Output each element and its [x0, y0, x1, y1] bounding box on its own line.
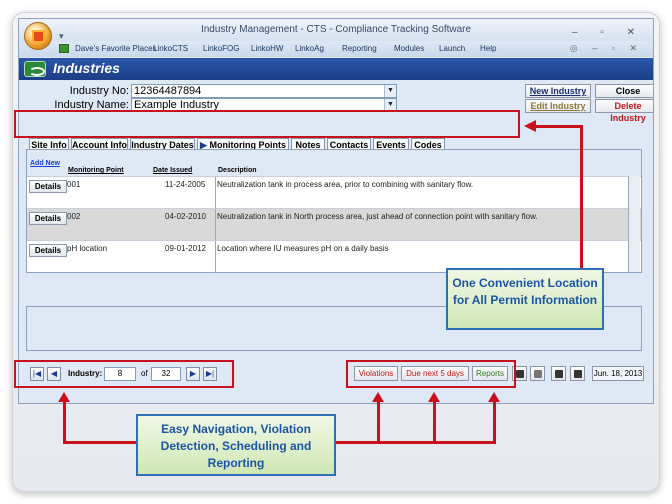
details-button[interactable]: Details — [29, 212, 67, 225]
row-description: Neutralization tank in process area, pri… — [217, 180, 474, 189]
arrow-up-icon — [58, 392, 70, 402]
connector-line — [580, 125, 583, 270]
col-monitoring-point: Monitoring Point — [68, 167, 124, 174]
menu-linkofog[interactable]: LinkoFOG — [203, 44, 239, 53]
connector-line — [493, 402, 496, 444]
industry-no-combo[interactable]: 12364487894 ▼ — [131, 84, 397, 98]
navigation-callout: Easy Navigation, Violation Detection, Sc… — [136, 414, 336, 476]
table-row: Details 001 11-24-2005 Neutralization ta… — [27, 176, 641, 209]
column-divider — [215, 241, 216, 273]
row-description: Neutralization tank in North process are… — [217, 212, 538, 221]
details-button[interactable]: Details — [29, 244, 67, 257]
industry-no-value: 12364487894 — [134, 85, 202, 97]
column-divider — [215, 209, 216, 241]
menu-linkoag[interactable]: LinkoAg — [295, 44, 324, 53]
table-row: Details 002 04-02-2010 Neutralization ta… — [27, 208, 641, 241]
table-scrollbar[interactable] — [628, 176, 640, 272]
favorites-icon — [59, 44, 69, 53]
row-date: 09-01-2012 — [165, 244, 206, 253]
menu-linkocts[interactable]: LinkoCTS — [153, 44, 188, 53]
title-bar: Industry Management - CTS - Compliance T… — [19, 19, 653, 41]
chevron-down-icon[interactable]: ▼ — [384, 85, 396, 97]
menu-help[interactable]: Help — [480, 44, 496, 53]
current-date: Jun. 18, 2013 — [592, 366, 644, 381]
phone-icon[interactable] — [551, 366, 566, 381]
page-title: Industries — [53, 60, 120, 76]
menu-linkohw[interactable]: LinkoHW — [251, 44, 283, 53]
window-title: Industry Management - CTS - Compliance T… — [200, 24, 472, 35]
new-industry-button[interactable]: New Industry — [525, 84, 591, 98]
status-buttons-highlight-box — [346, 360, 516, 388]
row-point: 002 — [67, 212, 81, 221]
add-new-link[interactable]: Add New — [30, 160, 60, 167]
row-date: 11-24-2005 — [165, 180, 206, 189]
connector-line — [377, 402, 380, 444]
menu-window-controls[interactable]: ◎ – ▫ ✕ — [570, 43, 643, 54]
arrow-up-icon — [488, 392, 500, 402]
menu-bar: Dave's Favorite Places LinkoCTS LinkoFOG… — [19, 41, 653, 57]
row-description: Location where IU measures pH on a daily… — [217, 244, 389, 253]
connector-line — [433, 402, 436, 444]
navigation-highlight-box — [14, 360, 234, 388]
details-button[interactable]: Details — [29, 180, 67, 193]
connector-line — [534, 125, 582, 128]
arrow-up-icon — [372, 392, 384, 402]
col-date-issued: Date Issued — [153, 167, 193, 174]
column-divider — [215, 177, 216, 209]
row-point: 001 — [67, 180, 81, 189]
page-header: Industries — [19, 58, 653, 80]
permit-callout: One Convenient Location for All Permit I… — [446, 268, 604, 330]
calculator-icon[interactable] — [530, 366, 545, 381]
connector-line — [63, 441, 137, 444]
linko-logo-icon — [24, 61, 46, 77]
delete-industry-button[interactable]: Delete Industry — [595, 99, 653, 123]
row-date: 04-02-2010 — [165, 212, 206, 221]
connector-line — [63, 402, 66, 444]
row-point: pH location — [67, 244, 108, 253]
edit-industry-button[interactable]: Edit Industry — [525, 99, 591, 113]
menu-favorites[interactable]: Dave's Favorite Places — [75, 44, 157, 53]
menu-reporting[interactable]: Reporting — [342, 44, 377, 53]
fax-icon[interactable] — [570, 366, 585, 381]
arrow-up-icon — [428, 392, 440, 402]
close-button[interactable]: Close — [595, 84, 653, 98]
industry-no-label: Industry No: — [69, 85, 129, 97]
connector-line — [334, 441, 496, 444]
col-description: Description — [218, 167, 257, 174]
office-button-icon[interactable] — [24, 22, 52, 50]
menu-launch[interactable]: Launch — [439, 44, 465, 53]
tabs-highlight-box — [14, 110, 520, 138]
menu-modules[interactable]: Modules — [394, 44, 424, 53]
